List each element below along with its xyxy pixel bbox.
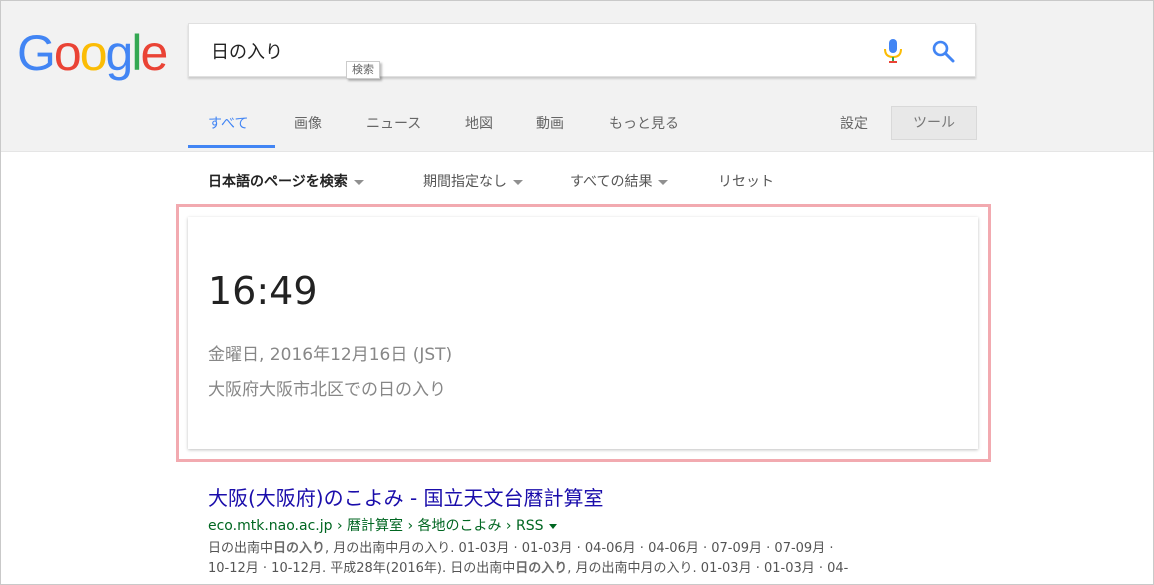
- filter-results[interactable]: すべての結果: [570, 171, 669, 191]
- filter-language-label: 日本語のページを検索: [208, 174, 348, 190]
- chevron-down-icon: [658, 179, 669, 185]
- chevron-down-icon: [513, 179, 523, 185]
- chevron-down-icon: [353, 179, 364, 185]
- tab-videos[interactable]: 動画: [536, 113, 564, 133]
- search-result: 大阪(大阪府)のこよみ - 国立天文台暦計算室 eco.mtk.nao.ac.j…: [208, 485, 968, 579]
- sunset-date: 金曜日, 2016年12月16日 (JST): [208, 345, 453, 365]
- logo-letter: o: [53, 25, 82, 81]
- result-title-link[interactable]: 大阪(大阪府)のこよみ - 国立天文台暦計算室: [208, 485, 968, 511]
- url-dropdown-icon[interactable]: [548, 523, 557, 529]
- snippet-highlight: 日の入り: [515, 561, 568, 576]
- filter-time[interactable]: 期間指定なし: [423, 171, 523, 191]
- logo-letter: g: [105, 25, 134, 81]
- snippet-text: 10-12月 · 10-12月. 平成28年(2016年). 日の出南中: [208, 561, 516, 576]
- result-breadcrumb: eco.mtk.nao.ac.jp › 暦計算室 › 各地のこよみ › RSS: [208, 518, 544, 534]
- tab-more[interactable]: もっと見る: [609, 113, 679, 133]
- snippet-text: , 月の出南中月の入り. 01-03月 · 01-03月 · 04-06月 · …: [325, 541, 834, 556]
- result-url: eco.mtk.nao.ac.jp › 暦計算室 › 各地のこよみ › RSS: [208, 515, 968, 535]
- sunset-answer-card: 16:49 金曜日, 2016年12月16日 (JST) 大阪府大阪市北区での日…: [188, 217, 978, 449]
- microphone-icon[interactable]: [882, 38, 904, 64]
- snippet-highlight: 日の入り: [273, 541, 326, 556]
- logo-letter: G: [17, 25, 56, 81]
- tab-news[interactable]: ニュース: [366, 113, 421, 133]
- sunset-time: 16:49: [208, 269, 318, 313]
- logo-letter: l: [131, 25, 142, 81]
- sunset-location: 大阪府大阪市北区での日の入り: [208, 380, 446, 400]
- tab-images[interactable]: 画像: [294, 113, 322, 133]
- snippet-text: 日の出南中: [208, 541, 274, 556]
- search-input[interactable]: [209, 36, 853, 66]
- tab-maps[interactable]: 地図: [465, 113, 493, 133]
- snippet-text: , 月の出南中月の入り. 01-03月 · 01-03月 · 04-: [567, 561, 849, 576]
- search-icon[interactable]: [931, 39, 955, 63]
- settings-link[interactable]: 設定: [840, 113, 868, 133]
- active-tab-indicator: [188, 145, 275, 148]
- tab-all[interactable]: すべて: [208, 113, 248, 133]
- result-snippet: 日の出南中日の入り, 月の出南中月の入り. 01-03月 · 01-03月 · …: [208, 539, 968, 579]
- logo-letter: e: [140, 25, 168, 81]
- tools-button[interactable]: ツール: [891, 106, 977, 140]
- logo-letter: o: [79, 25, 108, 81]
- search-tooltip: 検索: [346, 61, 380, 79]
- filter-results-label: すべての結果: [570, 174, 653, 190]
- google-logo[interactable]: Google: [17, 23, 168, 83]
- filter-language[interactable]: 日本語のページを検索: [208, 171, 364, 191]
- filter-reset[interactable]: リセット: [718, 171, 774, 191]
- filter-time-label: 期間指定なし: [423, 174, 507, 190]
- search-box: [188, 23, 976, 77]
- header-bar: Google 検索 すべて 画像 ニュース 地図 動画 もっと見る 設定 ツール: [1, 1, 1153, 152]
